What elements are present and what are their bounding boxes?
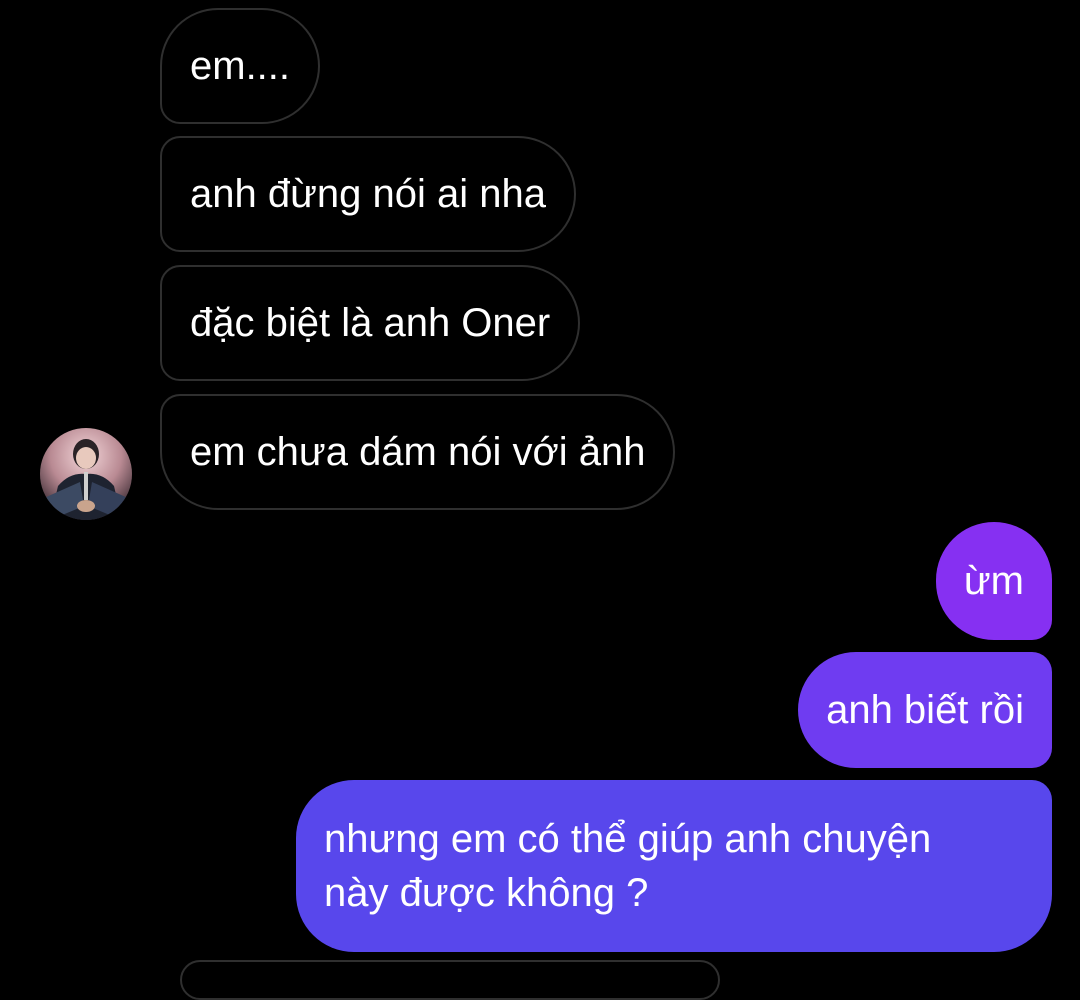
- message-text-line: này được không ?: [324, 871, 649, 915]
- sent-message-bubble[interactable]: anh biết rồi: [798, 652, 1052, 768]
- message-text: anh đừng nói ai nha: [190, 172, 546, 216]
- sent-message-bubble[interactable]: ừm: [935, 522, 1052, 640]
- message-text: đặc biệt là anh Oner: [190, 301, 551, 345]
- received-message-bubble-partial[interactable]: [180, 960, 720, 1000]
- profile-photo-avatar-icon: [40, 428, 132, 520]
- message-text-line: nhưng em có thể giúp anh chuyện: [324, 817, 932, 861]
- sender-avatar[interactable]: [40, 428, 132, 520]
- message-text: ừm: [963, 559, 1024, 603]
- received-message-bubble[interactable]: đặc biệt là anh Oner: [160, 265, 581, 381]
- sent-message-bubble[interactable]: nhưng em có thể giúp anh chuyện này được…: [296, 780, 1052, 952]
- received-message-bubble[interactable]: anh đừng nói ai nha: [160, 136, 576, 252]
- message-text-block: nhưng em có thể giúp anh chuyện này được…: [324, 812, 931, 920]
- message-text: em chưa dám nói với ảnh: [190, 430, 646, 474]
- received-message-bubble[interactable]: em chưa dám nói với ảnh: [160, 394, 676, 510]
- message-text: anh biết rồi: [826, 688, 1024, 732]
- message-text: em....: [190, 44, 291, 88]
- received-message-bubble[interactable]: em....: [160, 8, 321, 124]
